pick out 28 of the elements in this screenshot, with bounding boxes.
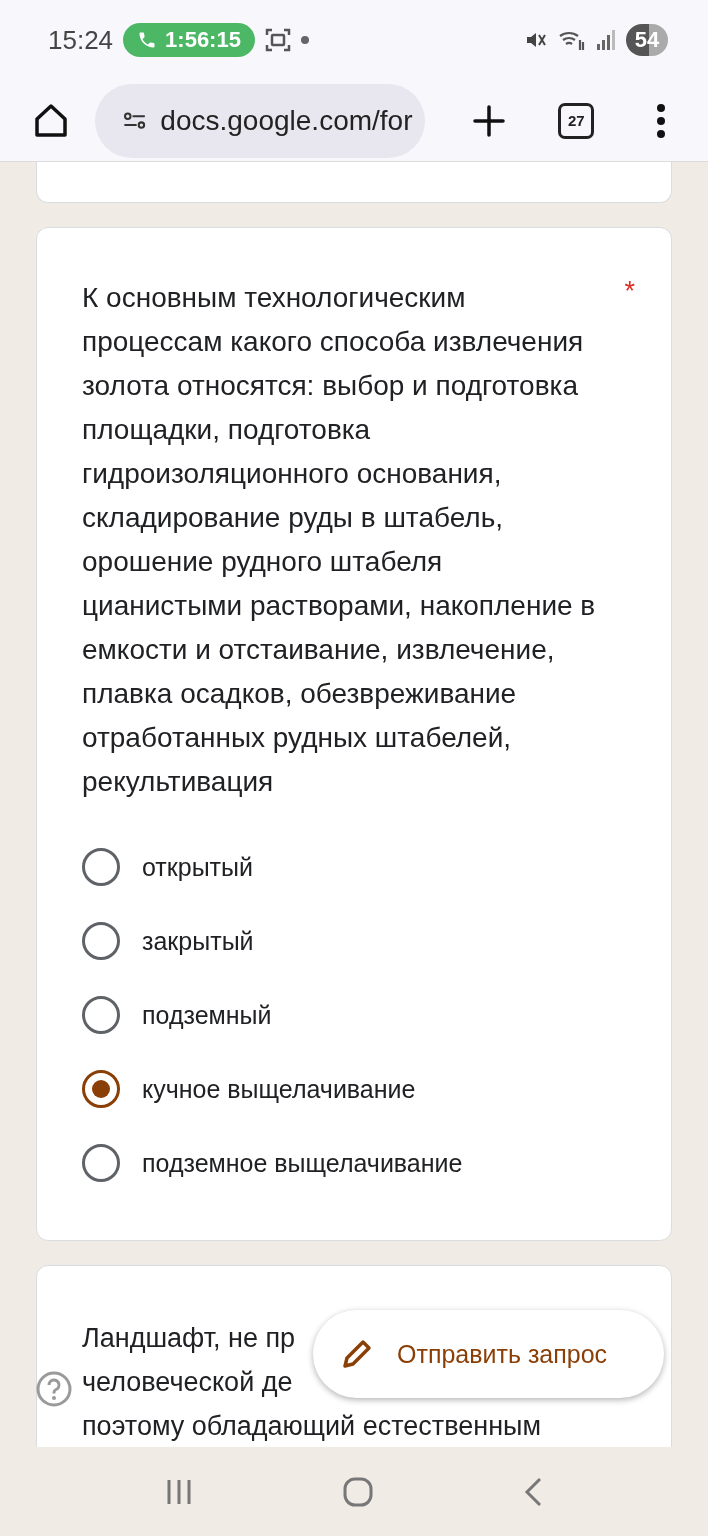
- tab-switcher-button[interactable]: 27: [558, 102, 595, 139]
- option-label[interactable]: подземное выщелачивание: [142, 1148, 463, 1178]
- question-text: К основным технологическим процессам какого способа извлечения золота относятся: выбор и подготовка площадки, подготовка гидроизоляционного основания, складирование руды в штабель, орошение рудного штабеля цианистыми растворами, накопление в емкости и отстаивание, извлечение, плавка осадков, обезвреживание отработанных рудных штабелей, рекультивация: [82, 281, 597, 799]
- menu-button[interactable]: [655, 102, 668, 139]
- required-mark: *: [624, 276, 635, 308]
- option-label[interactable]: кучное выщелачивание: [142, 1074, 416, 1104]
- back-icon[interactable]: [522, 1475, 544, 1508]
- phone-icon: [137, 30, 158, 50]
- radio-button[interactable]: [82, 1144, 120, 1182]
- help-icon[interactable]: [35, 1370, 73, 1408]
- option-label[interactable]: подземный: [142, 1000, 272, 1030]
- submit-request-button[interactable]: Отправить запрос: [313, 1310, 664, 1398]
- question-text-line: Ландшафт, не пр: [82, 1322, 296, 1355]
- signal-icon: [596, 29, 616, 51]
- question-text-line: поэтому обладающий естественным: [82, 1410, 541, 1443]
- dot-icon: [300, 36, 309, 44]
- radio-button[interactable]: [82, 848, 120, 886]
- option-label[interactable]: открытый: [142, 852, 253, 882]
- battery-indicator: 54: [626, 24, 668, 56]
- address-bar[interactable]: docs.google.com/for: [95, 83, 425, 158]
- option-label[interactable]: закрытый: [142, 926, 254, 956]
- radio-button[interactable]: [82, 996, 120, 1034]
- clock: 15:24: [48, 24, 114, 56]
- radio-button[interactable]: [82, 922, 120, 960]
- screenshot-icon: [264, 27, 291, 53]
- question-text-line: человеческой де: [82, 1366, 293, 1399]
- home-icon[interactable]: [342, 1475, 374, 1508]
- radio-button[interactable]: [82, 1070, 120, 1108]
